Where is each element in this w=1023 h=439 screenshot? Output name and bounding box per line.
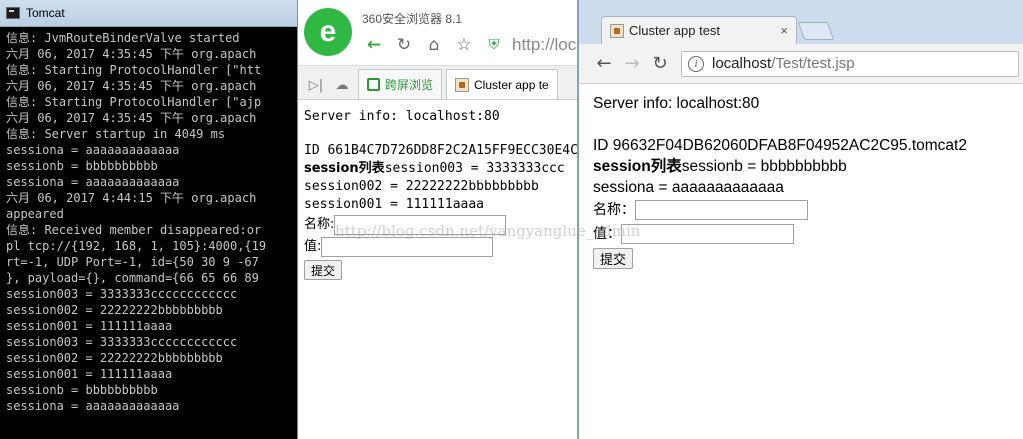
star-icon[interactable]: ☆ [452,33,476,57]
chrome-toolbar: ← → ↻ i localhost/Test/test.jsp [579,44,1023,84]
console-line: sessionb = bbbbbbbbbb [6,383,158,397]
shield-icon[interactable]: ⛨ [482,33,506,57]
console-line: session002 = 22222222bbbbbbbbb [6,303,223,317]
session-list-heading: session列表 [593,158,682,175]
value-row: 值： [593,222,1023,246]
tomcat-console-window[interactable]: Tomcat 信息: JvmRouteBinderValve started 六月… [0,0,298,439]
session-entry: session001 = 111111aaaa [304,197,485,212]
name-label: 名称： [593,201,635,218]
chrome-tabstrip: Cluster app test × [579,0,1023,44]
back-arrow-icon[interactable]: ← [591,51,617,77]
new-tab-button[interactable] [797,22,835,40]
console-line: sessionb = bbbbbbbbbb [6,159,158,173]
console-line: 信息: Starting ProtocolHandler ["ajp [6,95,262,109]
value-input[interactable] [621,224,794,244]
console-output: 信息: JvmRouteBinderValve started 六月 06, 20… [0,27,298,414]
console-line: 六月 06, 2017 4:44:15 下午 org.apach [6,191,257,205]
session-list-heading: session列表 [304,161,385,176]
name-input[interactable] [334,215,507,235]
console-line: 信息: JvmRouteBinderValve started [6,31,240,45]
submit-button[interactable]: 提交 [304,260,343,280]
cloud-icon[interactable]: ☁ [332,71,352,99]
console-line: 六月 06, 2017 4:35:45 下午 org.apach [6,79,257,93]
tab-cross-screen[interactable]: 跨屏浏览 [358,69,443,99]
chrome-window: Cluster app test × ← → ↻ i localhost/Tes… [577,0,1023,439]
reload-icon[interactable]: ↻ [392,33,416,57]
console-line: session001 = 111111aaaa [6,367,173,381]
submit-button[interactable]: 提交 [593,248,634,269]
browser-360-header: e 360安全浏览器 8.1 ← ↻ ⌂ ☆ ⛨ http://loc [298,0,580,66]
console-line: session001 = 111111aaaa [6,319,173,333]
tab-cluster-app-test[interactable]: Cluster app test × [601,16,797,44]
close-tab-icon[interactable]: × [780,23,788,38]
value-label: 值: [304,239,322,254]
home-icon[interactable]: ⌂ [422,33,446,57]
session-list-first: session列表sessionb = bbbbbbbbbb [593,158,847,175]
console-line: sessiona = aaaaaaaaaaaaa [6,175,180,189]
tomcat-favicon-icon [455,77,470,92]
info-icon[interactable]: i [688,55,704,72]
browser-360-navbar: ← ↻ ⌂ ☆ ⛨ http://loc [362,32,580,58]
console-line: }, payload={}, command={66 65 66 89 [6,271,267,285]
session-id: ID 661B4C7D726DD8F2C2A15FF9ECC30E4C [304,143,578,158]
console-line: 六月 06, 2017 4:35:45 下午 org.apach [6,111,257,125]
browser-360-logo-icon: e [304,8,352,56]
console-line: rt=-1, UDP Port=-1, id={50 30 9 -67 [6,255,267,269]
console-line: 信息: Server startup in 4049 ms [6,127,226,141]
server-info: Server info: localhost:80 [593,95,760,112]
phone-icon [367,78,380,91]
value-row: 值: [304,236,580,258]
name-label: 名称: [304,217,335,232]
console-line: 信息: Received member disappeared:or [6,223,262,237]
server-info: Server info: localhost:80 [304,109,500,124]
reload-icon[interactable]: ↻ [647,51,673,77]
back-arrow-icon[interactable]: ← [362,33,386,57]
address-bar[interactable]: i localhost/Test/test.jsp [681,50,1019,77]
value-input[interactable] [321,237,494,257]
session-list-first: session列表session003 = 3333333ccc [304,161,565,176]
console-line: session003 = 3333333cccccccccccc [6,335,238,349]
tomcat-favicon-icon [610,23,624,38]
session-entry: sessiona = aaaaaaaaaaaaa [593,179,784,196]
session-id: ID 96632F04DB62060DFAB8F04952AC2C95.tomc… [593,137,967,154]
browser-360-window: e 360安全浏览器 8.1 ← ↻ ⌂ ☆ ⛨ http://loc ▷| ☁… [297,0,580,439]
browser-360-tabbar: ▷| ☁ 跨屏浏览 Cluster app te [298,66,580,100]
console-icon [6,7,20,19]
console-line: session003 = 3333333cccccccccccc [6,287,238,301]
browser-360-name: 360安全浏览器 8.1 [362,12,463,26]
console-line: 信息: Starting ProtocolHandler ["htt [6,63,262,77]
chrome-page: Server info: localhost:80 ID 96632F04DB6… [579,84,1023,270]
forward-arrow-icon[interactable]: → [619,51,645,77]
console-line: appeared [6,207,64,221]
value-label: 值： [593,225,621,242]
name-input[interactable] [635,200,808,220]
url-path: /Test/test.jsp [771,55,855,72]
console-line: pl tcp://{192, 168, 1, 105}:4000,{19 [6,239,267,253]
name-row: 名称: [304,214,580,236]
url-host: localhost [712,55,772,72]
console-line: sessiona = aaaaaaaaaaaaa [6,399,180,413]
console-titlebar[interactable]: Tomcat [0,0,298,27]
sidebar-toggle-icon[interactable]: ▷| [306,71,326,99]
console-line: sessiona = aaaaaaaaaaaaa [6,143,180,157]
tab-cluster-app[interactable]: Cluster app te [446,69,558,99]
console-title: Tomcat [26,6,65,20]
browser-360-address[interactable]: http://loc [512,35,576,55]
console-line: 六月 06, 2017 4:35:45 下午 org.apach [6,47,257,61]
session-entry: session002 = 22222222bbbbbbbbb [304,179,539,194]
console-line: session002 = 22222222bbbbbbbbb [6,351,223,365]
name-row: 名称： [593,198,1023,222]
browser-360-page: Server info: localhost:80 ID 661B4C7D726… [298,100,580,281]
